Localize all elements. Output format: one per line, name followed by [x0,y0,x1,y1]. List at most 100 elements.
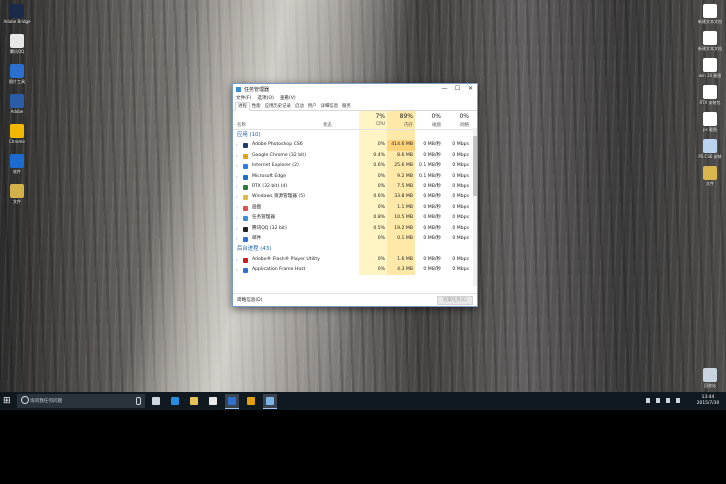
maximize-button[interactable]: ☐ [451,84,464,94]
process-row[interactable]: › Internet Explorer (2) 0.6% 25.6 MB 0.1 MB/… [233,161,477,172]
desktop-shortcut-label: Adobe Bridge [3,19,31,24]
desktop-shortcut[interactable]: 回收站 [694,368,726,388]
process-disk: 0 MB/秒 [423,183,441,189]
expand-chevron-icon[interactable]: › [236,265,238,275]
process-network: 0 Mbps [452,267,469,273]
expand-chevron-icon[interactable]: › [236,192,238,202]
desktop-shortcut[interactable]: 腾讯QQ [1,34,33,54]
window-footer: 简略信息(D) 结束任务(E) [233,293,477,306]
process-name: RTX (32 bit) (4) [252,183,288,189]
taskbar-button[interactable] [263,394,277,409]
process-icon [243,216,248,222]
process-network: 0 Mbps [452,225,469,231]
vertical-scrollbar[interactable] [473,128,477,286]
expand-chevron-icon[interactable]: › [236,213,238,223]
expand-chevron-icon[interactable]: › [236,140,238,150]
column-disk[interactable]: 0% 磁盘 [415,111,443,129]
process-row[interactable]: › 邮件 0% 0.1 MB 0 MB/秒 0 Mbps [233,233,477,245]
column-status[interactable]: 状态 [323,122,332,128]
process-row[interactable]: › Adobe Photoshop CS6 0% 414.6 MB 0 MB/秒 0 Mb… [233,140,477,151]
desktop-shortcut[interactable]: Adobe [1,94,33,114]
system-tray: 13:44 2015/7/30 [630,394,720,408]
desktop-shortcut[interactable]: 软件 [1,154,33,174]
column-name[interactable]: 名称 [237,122,246,128]
adobe-icon [10,94,24,108]
tab-details[interactable]: 详细信息 [319,103,341,110]
taskbar-button[interactable] [206,394,220,408]
desktop-shortcut[interactable]: 新建文本文档 [694,31,726,51]
expand-chevron-icon[interactable]: › [236,151,238,161]
menu-view[interactable]: 查看(V) [280,95,296,101]
menu-file[interactable]: 文件(F) [236,95,251,101]
search-icon [21,396,29,404]
store-icon [209,397,217,405]
taskbar-button[interactable] [149,394,163,408]
tab-users[interactable]: 用户 [306,103,319,110]
expand-chevron-icon[interactable]: › [236,224,238,234]
desktop-shortcut[interactable]: win 10 截图 [694,58,726,78]
desktop-shortcut[interactable]: 新建文本文档 [694,4,726,24]
end-task-button[interactable]: 结束任务(E) [437,296,473,305]
menu-options[interactable]: 选项(O) [257,95,273,101]
cortana-search-box[interactable]: 询问我任何问题 [17,394,145,408]
process-network: 0 Mbps [452,152,469,158]
desktop-shortcut[interactable]: Chrome [1,124,33,144]
process-network: 0 Mbps [452,183,469,189]
desktop-shortcut[interactable]: ps 截图 [694,112,726,132]
microphone-icon[interactable] [136,397,141,405]
tab-performance[interactable]: 性能 [250,103,263,110]
taskbar-button[interactable] [187,394,201,408]
fewer-details-button[interactable]: 简略信息(D) [237,297,263,303]
process-row[interactable]: › 腾讯QQ (32 bit) 0.5% 19.2 MB 0 MB/秒 0 Mbps [233,223,477,234]
desktop-shortcut[interactable]: Adobe Bridge [1,4,33,24]
desktop-shortcut[interactable]: 文件 [694,166,726,186]
task-manager-icon [236,86,241,92]
process-row[interactable]: › 画图 0% 1.1 MB 0 MB/秒 0 Mbps [233,202,477,214]
process-row[interactable]: › Windows 资源管理器 (5) 0.6% 33.8 MB 0 MB/秒 0 Mbp… [233,192,477,203]
volume-icon[interactable] [666,398,670,403]
process-cpu: 0.8% [359,213,387,224]
tab-startup[interactable]: 启动 [293,103,306,110]
scrollbar-thumb[interactable] [473,136,477,196]
input-method-icon[interactable] [676,398,680,403]
expand-chevron-icon[interactable]: › [236,172,238,182]
close-button[interactable]: ✕ [464,84,477,94]
start-button[interactable]: ⊞ [3,396,13,406]
taskbar-button[interactable] [244,394,258,408]
clock[interactable]: 13:44 2015/7/30 [696,395,720,406]
process-row[interactable]: › Application Frame Host 0% 4.3 MB 0 MB/秒 0 M… [233,265,477,276]
minimize-button[interactable]: — [438,84,451,94]
tab-app-history[interactable]: 应用历史记录 [263,103,293,110]
desktop-shortcut[interactable]: PS CS6 安装 [694,139,726,159]
text-document-icon [703,4,717,18]
memory-cell [387,244,415,255]
process-row[interactable]: › Google Chrome (32 bit) 0.4% 8.6 MB 0 MB/秒 0… [233,150,477,162]
network-icon[interactable] [656,398,660,403]
process-name: Windows 资源管理器 (5) [252,194,305,200]
column-memory[interactable]: 89% 内存 [387,111,415,129]
desktop-shortcut[interactable]: 文件 [1,184,33,204]
process-row[interactable]: › 任务管理器 0.8% 10.5 MB 0 MB/秒 0 Mbps [233,213,477,224]
taskbar-button[interactable] [168,394,182,408]
process-disk: 0 MB/秒 [423,256,441,262]
taskbar-button[interactable] [225,394,239,409]
expand-chevron-icon[interactable]: › [236,182,238,192]
process-row[interactable]: › Microsoft Edge 0% 9.2 MB 0.1 MB/秒 0 Mbps [233,171,477,182]
expand-chevron-icon[interactable]: › [236,234,238,244]
process-group-header[interactable]: 应用 (10) [233,130,477,141]
process-row[interactable]: › RTX (32 bit) (4) 0% 7.5 MB 0 MB/秒 0 Mbps [233,181,477,193]
expand-chevron-icon[interactable]: › [236,255,238,265]
desktop-shortcut[interactable]: 图片工具 [1,64,33,84]
task-manager-window[interactable]: 任务管理器 — ☐ ✕ 文件(F) 选项(O) 查看(V) 进程 性能 应用历史… [232,83,478,307]
tab-services[interactable]: 服务 [340,103,353,110]
column-network[interactable]: 0% 网络 [443,111,471,129]
desktop-shortcut[interactable]: RTX 安装包 [694,85,726,105]
expand-chevron-icon[interactable]: › [236,203,238,213]
tab-processes[interactable]: 进程 [235,102,250,111]
expand-chevron-icon[interactable]: › [236,161,238,171]
process-group-header[interactable]: 后台进程 (43) [233,244,477,255]
column-cpu[interactable]: 7% CPU [359,111,387,129]
tray-chevron-icon[interactable] [646,398,650,403]
window-titlebar[interactable]: 任务管理器 — ☐ ✕ [233,84,477,94]
process-row[interactable]: › Adobe® Flash® Player Utility 0% 1.6 MB 0 M… [233,254,477,266]
